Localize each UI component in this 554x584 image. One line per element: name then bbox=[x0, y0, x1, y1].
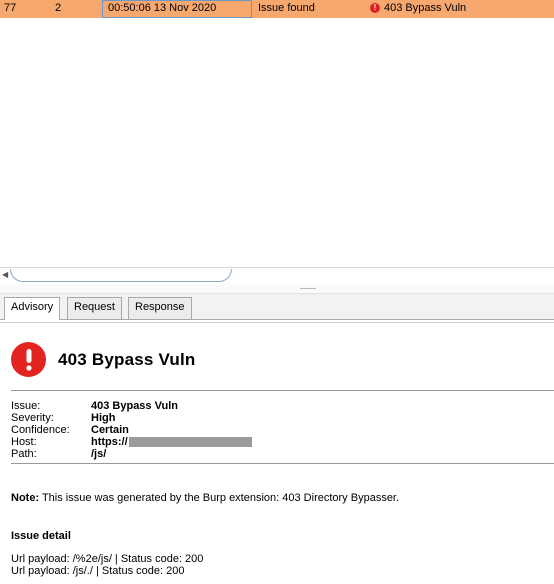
field-path: Path: /js/ bbox=[11, 448, 554, 460]
row-tool: 2 bbox=[55, 2, 62, 14]
redacted-host bbox=[128, 437, 252, 447]
divider-grip-icon[interactable] bbox=[300, 288, 316, 289]
row-issue: ! 403 Bypass Vuln bbox=[370, 2, 466, 14]
row-time[interactable]: 00:50:06 13 Nov 2020 bbox=[102, 0, 252, 18]
alert-circle-icon bbox=[11, 342, 46, 377]
scrollbar-thumb[interactable] bbox=[10, 269, 232, 282]
field-value: /js/ bbox=[91, 448, 107, 460]
row-issue-label: 403 Bypass Vuln bbox=[384, 2, 467, 14]
advisory-note: Note: This issue was generated by the Bu… bbox=[11, 492, 399, 504]
advisory-summary-table: Issue: 403 Bypass Vuln Severity: High Co… bbox=[11, 390, 554, 464]
issue-detail-heading: Issue detail bbox=[11, 530, 71, 542]
field-label: Path: bbox=[11, 448, 37, 460]
exclamation-glyph bbox=[25, 348, 32, 371]
field-value: https:// bbox=[91, 436, 252, 448]
split-pane-divider[interactable] bbox=[0, 284, 554, 294]
field-issue: Issue: 403 Bypass Vuln bbox=[11, 400, 554, 412]
scroll-left-arrow-icon[interactable]: ◀ bbox=[2, 270, 8, 279]
tab-request[interactable]: Request bbox=[67, 297, 122, 319]
table-row-selected[interactable]: 77 2 00:50:06 13 Nov 2020 Issue found ! … bbox=[0, 0, 554, 18]
row-type: Issue found bbox=[258, 2, 315, 14]
field-label: Issue: bbox=[11, 400, 41, 412]
list-item: Url payload: /js/./ | Status code: 200 bbox=[11, 565, 185, 577]
advisory-title: 403 Bypass Vuln bbox=[58, 349, 196, 369]
detail-tabs: Advisory Request Response bbox=[0, 294, 554, 320]
field-label: Severity: bbox=[11, 412, 54, 424]
row-number: 77 bbox=[4, 2, 17, 14]
tab-response[interactable]: Response bbox=[128, 297, 192, 319]
issue-detail-list: Url payload: /%2e/js/ | Status code: 200… bbox=[11, 553, 203, 577]
field-label: Confidence: bbox=[11, 424, 70, 436]
list-item: Url payload: /%2e/js/ | Status code: 200 bbox=[11, 553, 204, 565]
advisory-header: 403 Bypass Vuln bbox=[11, 342, 196, 377]
field-confidence: Confidence: Certain bbox=[11, 424, 554, 436]
field-value: Certain bbox=[91, 424, 129, 436]
field-label: Host: bbox=[11, 436, 37, 448]
issues-table: 77 2 00:50:06 13 Nov 2020 Issue found ! … bbox=[0, 0, 554, 275]
tab-advisory[interactable]: Advisory bbox=[4, 297, 61, 320]
horizontal-scrollbar[interactable]: ◀ bbox=[0, 267, 554, 283]
field-host: Host: https:// bbox=[11, 436, 554, 448]
alert-circle-icon: ! bbox=[370, 3, 380, 13]
advisory-panel: 403 Bypass Vuln Issue: 403 Bypass Vuln S… bbox=[0, 323, 554, 584]
field-value: High bbox=[91, 412, 116, 424]
note-text: This issue was generated by the Burp ext… bbox=[39, 492, 400, 504]
field-value: 403 Bypass Vuln bbox=[91, 400, 179, 412]
field-severity: Severity: High bbox=[11, 412, 554, 424]
host-value: https:// bbox=[91, 436, 128, 448]
note-label: Note: bbox=[11, 492, 40, 504]
